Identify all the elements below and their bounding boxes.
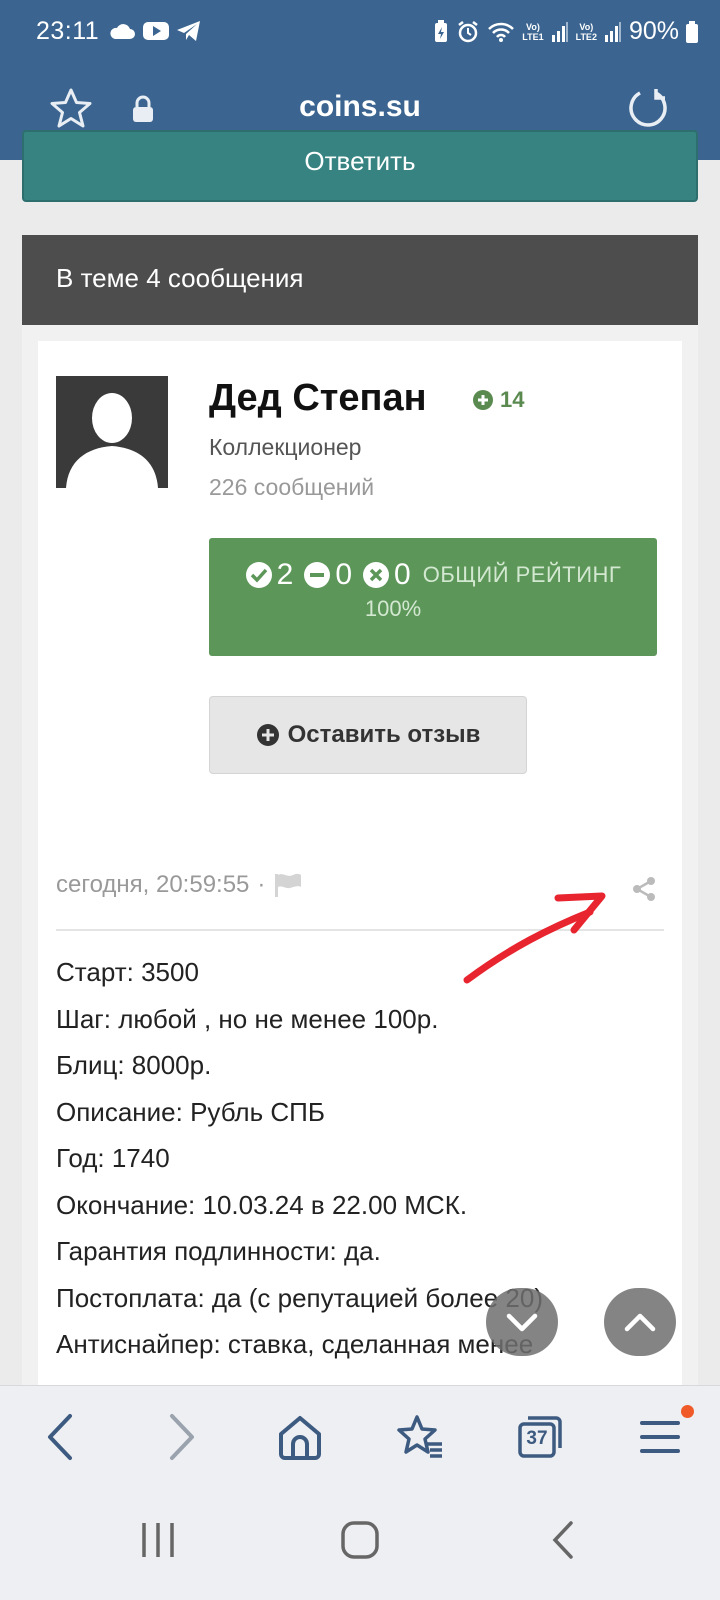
youtube-icon [143, 22, 169, 40]
battery-icon [686, 20, 698, 43]
author-role: Коллекционер [209, 434, 362, 460]
user-silhouette-icon [66, 393, 158, 488]
reputation-badge: 14 [472, 387, 524, 413]
share-icon[interactable] [630, 875, 658, 903]
author-name[interactable]: Дед Степан [209, 377, 427, 420]
battery-percent: 90% [628, 17, 679, 45]
scroll-down-button[interactable] [486, 1288, 558, 1356]
status-bar: 23:11 Vo) LTE1 Vo) LTE2 90% [0, 0, 720, 66]
post-body-line: Постоплата: да (с репутацией более 20) [56, 1282, 543, 1313]
tabs-count: 37 [526, 1428, 548, 1449]
leave-review-label: Оставить отзыв [287, 721, 481, 748]
plus-circle-icon [256, 724, 279, 746]
post-body-line: Антиснайпер: ставка, сделанная менее [56, 1329, 534, 1359]
telegram-icon [177, 21, 200, 41]
post-body-line: Гарантия подлинности: да. [56, 1236, 381, 1266]
bookmarks-icon[interactable] [395, 1412, 445, 1462]
avatar[interactable] [56, 376, 168, 488]
home-icon[interactable] [276, 1412, 324, 1462]
post-meta: сегодня, 20:59:55 · [56, 871, 303, 899]
annotation-arrow-icon [463, 892, 606, 984]
chevron-down-icon [506, 1313, 538, 1332]
menu-icon[interactable] [638, 1412, 682, 1462]
x-circle-icon [363, 562, 390, 588]
scroll-up-button[interactable] [604, 1288, 676, 1356]
flag-icon[interactable] [273, 872, 303, 898]
rating-positive: 2 [276, 558, 294, 591]
home-nav-icon[interactable] [340, 1520, 380, 1560]
post-body-line: Описание: Рубль СПБ [56, 1096, 325, 1127]
system-nav-bar [0, 1490, 720, 1600]
notification-dot [681, 1405, 694, 1418]
leave-review-button[interactable]: Оставить отзыв [209, 696, 527, 774]
battery-saver-icon [435, 19, 448, 42]
lte2-icon: Vo) LTE2 [575, 21, 597, 42]
rating-neutral: 0 [335, 558, 353, 591]
answer-button[interactable]: Ответить [22, 130, 698, 202]
post-body-line: Блиц: 8000р. [56, 1050, 212, 1080]
topic-panel: В теме 4 сообщения Дед Степан 14 Коллекц… [22, 235, 698, 1401]
status-time: 23:11 [36, 17, 100, 45]
forward-icon[interactable] [164, 1412, 200, 1462]
reload-icon[interactable] [626, 86, 670, 130]
chevron-up-icon [624, 1313, 656, 1332]
minus-circle-icon [304, 562, 331, 588]
post-body-line: Шаг: любой , но не менее 100р. [56, 1003, 439, 1034]
alarm-icon [458, 20, 479, 42]
rating-negative: 0 [394, 558, 411, 591]
cloud-icon [110, 24, 135, 39]
post-body-line: Год: 1740 [56, 1143, 170, 1173]
rating-percent: 100% [364, 596, 422, 621]
author-post-count: 226 сообщений [209, 474, 375, 500]
check-circle-icon [245, 562, 272, 588]
plus-circle-icon [473, 390, 493, 410]
answer-button-label: Ответить [304, 146, 416, 176]
reputation-value: 14 [500, 387, 525, 412]
wifi-icon [488, 22, 515, 42]
signal-icon [604, 21, 621, 42]
post-body: Старт: 3500 Шаг: любой , но не менее 100… [56, 949, 543, 1368]
post-body-line: Окончание: 10.03.24 в 22.00 МСК. [56, 1189, 468, 1220]
url-text[interactable]: coins.su [0, 90, 720, 124]
back-icon[interactable] [42, 1412, 78, 1462]
rating-label: ОБЩИЙ РЕЙТИНГ [422, 562, 622, 587]
browser-toolbar: 37 [0, 1385, 720, 1490]
recent-apps-icon[interactable] [138, 1520, 178, 1560]
rating-box[interactable]: 2 0 0 ОБЩИЙ РЕЙТИНГ 100% [209, 538, 657, 656]
post-timestamp[interactable]: сегодня, 20:59:55 [56, 871, 249, 899]
back-nav-icon[interactable] [548, 1520, 578, 1560]
signal-icon [551, 21, 568, 42]
lte1-icon: Vo) LTE1 [522, 21, 544, 42]
tabs-button[interactable]: 37 [516, 1412, 564, 1460]
topic-header: В теме 4 сообщения [22, 235, 698, 325]
